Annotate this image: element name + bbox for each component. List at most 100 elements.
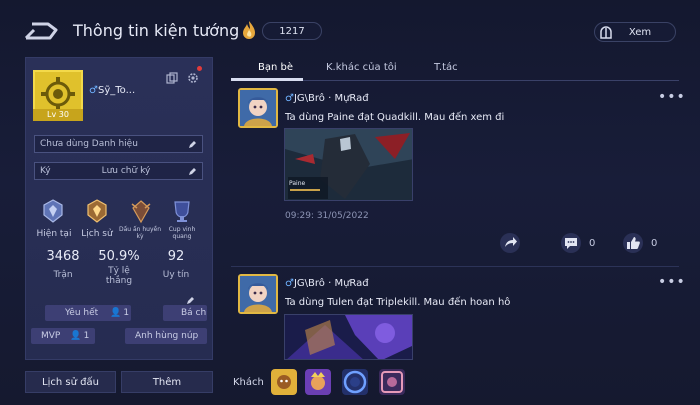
share-button[interactable] — [499, 232, 521, 254]
settings-button[interactable] — [187, 69, 199, 83]
post-author-name: JG\Brô · MựRađ — [293, 278, 369, 289]
post-text: Ta dùng Paine đạt Quadkill. Mau đến xem … — [285, 112, 505, 123]
tag-count: 1 — [123, 308, 130, 318]
like-count: 0 — [651, 238, 658, 249]
tag-item[interactable]: MVP 👤 1 — [31, 328, 95, 344]
tag-label: MVP — [41, 331, 61, 341]
author-portrait-icon — [240, 90, 276, 126]
post-options-icon[interactable]: ••• — [658, 89, 686, 105]
author-portrait-icon — [240, 276, 276, 312]
tag-item[interactable]: Bá ch — [163, 305, 207, 321]
signature-field[interactable]: Ký Lưu chữ ký — [34, 162, 203, 180]
tag-label: Anh hùng núp — [135, 331, 199, 341]
level-badge: Lv 30 — [33, 109, 83, 121]
rank-history[interactable] — [84, 198, 110, 228]
legend-mark-icon — [131, 200, 151, 224]
tag-count: 1 — [83, 331, 90, 341]
rank-current[interactable] — [40, 198, 66, 228]
edit-pencil-icon — [189, 140, 196, 148]
guest-avatar-icon — [271, 369, 297, 395]
share-icon — [500, 233, 520, 253]
legend-mark[interactable] — [128, 198, 154, 228]
flame-coin-icon — [243, 21, 255, 39]
rank-history-label: Lịch sử — [81, 229, 113, 239]
more-button[interactable]: Thêm — [121, 371, 213, 393]
glory-cup-icon — [174, 201, 190, 222]
glory-cup-label: Cup vinh quang — [168, 226, 196, 240]
post-media-caption: Paine — [289, 180, 306, 187]
male-icon: ♂ — [89, 85, 98, 96]
post-author-name: JG\Brô · MựRađ — [293, 93, 369, 104]
matches-value: 3468 — [46, 249, 80, 264]
post-divider — [231, 266, 679, 267]
copy-button[interactable] — [166, 69, 178, 84]
back-button[interactable] — [22, 20, 58, 42]
winrate-label: Tỷ lệ thắng — [105, 266, 133, 286]
rank-current-label: Hiện tại — [36, 229, 72, 239]
back-arrow-icon — [24, 22, 58, 40]
post-author-avatar[interactable] — [238, 274, 278, 314]
glory-cup[interactable] — [169, 198, 195, 228]
view-button[interactable]: Xem — [594, 22, 676, 42]
post-author-avatar[interactable] — [238, 88, 278, 128]
rank-history-icon — [87, 199, 107, 223]
post-author: ♂JG\Brô · MựRađ — [285, 278, 369, 289]
match-highlight-thumbnail — [285, 129, 412, 200]
comment-count: 0 — [589, 238, 596, 249]
male-icon: ♂ — [285, 93, 294, 104]
reputation-label: Uy tín — [162, 270, 190, 280]
notification-dot — [197, 66, 202, 71]
tab-interaction[interactable]: T.tác — [434, 62, 458, 73]
guest-avatar[interactable] — [271, 369, 297, 395]
comment-button[interactable] — [560, 232, 582, 254]
signature-action: Lưu chữ ký — [101, 166, 151, 176]
matches-label: Trận — [53, 270, 73, 280]
guests-label: Khách — [233, 377, 264, 388]
player-name: ♂Sỹ_To... — [89, 85, 135, 96]
tag-label: Yêu hết — [65, 308, 99, 318]
tags-edit-button[interactable] — [186, 290, 198, 304]
copy-icon — [166, 72, 178, 84]
guest-avatar-icon — [379, 369, 405, 395]
male-icon: ♂ — [285, 278, 294, 289]
rank-current-icon — [43, 199, 63, 223]
like-button[interactable] — [622, 232, 644, 254]
tab-my-other[interactable]: K.khác của tôi — [326, 62, 397, 73]
tab-friends[interactable]: Bạn bè — [258, 62, 293, 73]
active-tab-indicator — [231, 78, 303, 81]
winrate-value: 50.9% — [98, 249, 140, 264]
gear-icon — [188, 73, 198, 83]
guest-avatar-icon — [305, 369, 331, 395]
post-author: ♂JG\Brô · MựRađ — [285, 93, 369, 104]
post-text: Ta dùng Tulen đạt Triplekill. Mau đến ho… — [285, 297, 511, 308]
view-icon — [600, 26, 612, 39]
title-field-text: Chưa dùng Danh hiệu — [40, 139, 138, 149]
tag-item[interactable]: Anh hùng núp — [125, 328, 207, 344]
person-icon: 👤 — [110, 308, 122, 318]
edit-pencil-icon — [189, 167, 196, 175]
legend-mark-label: Dấu ấn huyền kỳ — [118, 226, 162, 240]
post-media[interactable] — [284, 314, 413, 360]
match-history-button[interactable]: Lịch sử đấu — [25, 371, 116, 393]
guest-avatar[interactable] — [379, 369, 405, 395]
match-highlight-thumbnail — [285, 315, 412, 359]
comment-icon — [561, 233, 581, 253]
person-icon: 👤 — [70, 331, 82, 341]
player-name-text: Sỹ_To... — [97, 85, 136, 96]
reputation-value: 92 — [167, 249, 185, 264]
currency-display: 1217 — [240, 20, 324, 42]
page-title: Thông tin kiện tướng — [73, 21, 240, 40]
tag-item[interactable]: Yêu hết 👤 1 — [45, 305, 131, 321]
post-options-icon[interactable]: ••• — [658, 274, 686, 290]
guest-avatar[interactable] — [305, 369, 331, 395]
view-button-label: Xem — [628, 26, 652, 38]
signature-label: Ký — [40, 166, 51, 176]
post-media[interactable] — [284, 128, 413, 201]
guest-avatar[interactable] — [342, 369, 368, 395]
edit-pencil-icon — [187, 297, 194, 304]
tag-label: Bá ch — [181, 308, 207, 318]
currency-value: 1217 — [262, 22, 322, 40]
title-field[interactable]: Chưa dùng Danh hiệu — [34, 135, 203, 153]
guest-avatar-icon — [342, 369, 368, 395]
thumbs-up-icon — [623, 233, 643, 253]
